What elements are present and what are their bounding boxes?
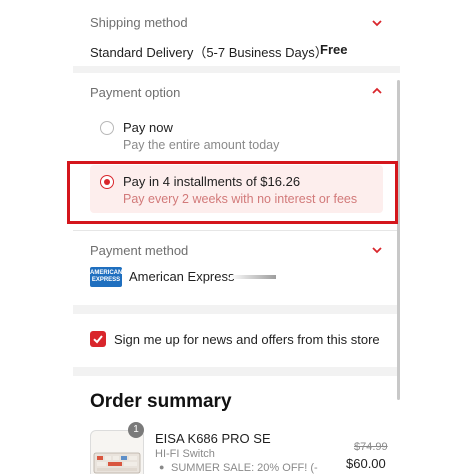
- discount-tag-icon: ●: [159, 462, 165, 472]
- newsletter-checkbox[interactable]: [90, 331, 106, 347]
- amex-logo-icon: AMERICAN EXPRESS: [90, 267, 122, 287]
- product-variant: HI-FI Switch: [155, 448, 215, 460]
- pay-now-label: Pay now: [123, 120, 173, 135]
- radio-pay-now[interactable]: [100, 121, 114, 135]
- shipping-method-title: Shipping method: [90, 15, 188, 30]
- checkmark-icon: [93, 335, 103, 344]
- newsletter-label[interactable]: Sign me up for news and offers from this…: [114, 332, 380, 347]
- section-gap: [73, 367, 400, 376]
- payment-method-title: Payment method: [90, 243, 189, 258]
- shipping-separator: ·: [310, 42, 315, 57]
- amex-logo-text: AMERICAN EXPRESS: [90, 270, 123, 283]
- item-price: $60.00: [346, 456, 386, 471]
- masked-card-number: [230, 275, 276, 279]
- original-price: $74.99: [354, 441, 388, 453]
- chevron-up-icon[interactable]: [370, 84, 384, 98]
- payment-option-title: Payment option: [90, 85, 181, 100]
- order-summary-title: Order summary: [90, 391, 232, 412]
- pay-now-sub: Pay the entire amount today: [123, 138, 280, 152]
- chevron-down-icon[interactable]: [370, 16, 384, 30]
- chevron-down-icon[interactable]: [370, 243, 384, 257]
- divider: [73, 230, 400, 231]
- annotation-highlight-box: [67, 161, 398, 224]
- checkout-panel: Shipping method Standard Delivery（5-7 Bu…: [73, 0, 400, 474]
- quantity-badge: 1: [128, 422, 144, 438]
- section-gap: [73, 66, 400, 73]
- section-gap: [73, 305, 400, 314]
- shipping-delivery-text: Standard Delivery（5-7 Business Days）: [90, 45, 328, 60]
- product-name: EISA K686 PRO SE: [155, 431, 271, 446]
- card-name: American Express: [129, 269, 235, 284]
- discount-label: SUMMER SALE: 20% OFF! (-: [171, 462, 318, 474]
- shipping-price: Free: [320, 42, 348, 57]
- scrollbar[interactable]: [397, 80, 400, 400]
